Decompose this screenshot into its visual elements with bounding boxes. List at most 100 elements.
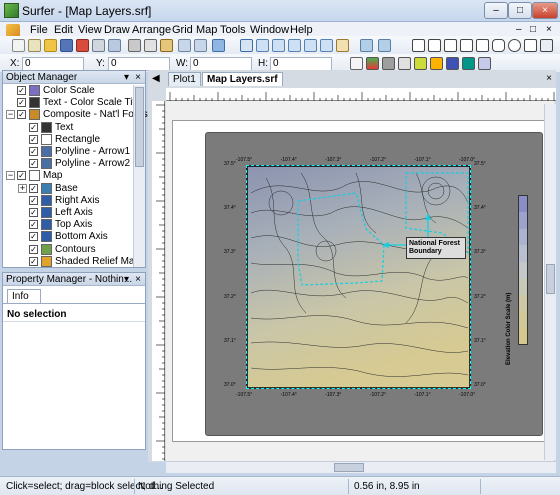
scroll-thumb[interactable] [135, 87, 144, 167]
menu-arrange[interactable]: Arrange [132, 24, 171, 36]
new-shaded-relief-icon[interactable] [382, 57, 395, 70]
expand-toggle-icon[interactable]: − [6, 171, 15, 181]
print-preview-icon[interactable] [108, 39, 121, 52]
visibility-checkbox[interactable]: ✓ [17, 86, 26, 95]
tab-close-icon[interactable]: × [546, 73, 552, 84]
doc-close-button[interactable]: × [546, 24, 552, 35]
new-3d-surface-icon[interactable] [430, 57, 443, 70]
new-plot-icon[interactable] [12, 39, 25, 52]
menu-window[interactable]: Window [250, 24, 289, 36]
new-worksheet-icon[interactable] [28, 39, 41, 52]
h-field[interactable]: 0 [270, 57, 332, 71]
minimize-button[interactable]: – [484, 2, 508, 19]
pan-hand-icon[interactable] [336, 39, 349, 52]
visibility-checkbox[interactable]: ✓ [29, 159, 38, 169]
open-icon[interactable] [44, 39, 57, 52]
close-window-button[interactable]: × [532, 2, 558, 19]
callout-text[interactable]: National Forest Boundary [406, 237, 466, 259]
visibility-checkbox[interactable]: ✓ [29, 147, 38, 156]
color-scale-swatch [519, 245, 527, 262]
visibility-checkbox[interactable]: ✓ [29, 122, 38, 132]
zoom-in-icon[interactable] [256, 39, 269, 52]
tab-plot1[interactable]: Plot1 [168, 72, 201, 86]
scroll-thumb[interactable] [546, 264, 555, 294]
undo-icon[interactable] [178, 39, 191, 52]
visibility-checkbox[interactable]: ✓ [29, 232, 38, 242]
zoom-out-icon[interactable] [272, 39, 285, 52]
menu-file[interactable]: File [30, 24, 48, 36]
vertical-scrollbar[interactable] [544, 104, 556, 460]
menu-draw[interactable]: Draw [104, 24, 130, 36]
cut-icon[interactable] [128, 39, 141, 52]
rounded-rectangle-tool-icon[interactable] [492, 39, 505, 52]
color-scale-bar[interactable] [518, 195, 528, 345]
new-post-map-icon[interactable] [414, 57, 427, 70]
menu-view[interactable]: View [78, 24, 102, 36]
scroll-thumb[interactable] [334, 463, 364, 472]
select-tool-icon[interactable] [240, 39, 253, 52]
zoom-fit-icon[interactable] [304, 39, 317, 52]
x-field[interactable]: 0 [22, 57, 84, 71]
panel-menu-icon[interactable]: ▾ [124, 273, 129, 286]
horizontal-scrollbar[interactable] [166, 461, 556, 473]
panel-close-icon[interactable]: × [135, 273, 141, 286]
visibility-checkbox[interactable]: ✓ [29, 244, 38, 254]
menu-grid[interactable]: Grid [172, 24, 193, 36]
visibility-checkbox[interactable]: ✓ [29, 220, 38, 230]
doc-minimize-button[interactable]: – [516, 24, 522, 35]
w-field[interactable]: 0 [190, 57, 252, 71]
visibility-checkbox[interactable]: ✓ [17, 110, 26, 120]
visibility-checkbox[interactable]: ✓ [29, 183, 38, 193]
save-icon[interactable] [60, 39, 73, 52]
menu-map[interactable]: Map [196, 24, 217, 36]
zoom-page-icon[interactable] [288, 39, 301, 52]
digitize-tool-icon[interactable] [540, 39, 553, 52]
paste-icon[interactable] [160, 39, 173, 52]
tab-nav-left[interactable]: ◀ [148, 72, 164, 86]
visibility-checkbox[interactable]: ✓ [17, 98, 26, 108]
new-base-map-icon[interactable] [462, 57, 475, 70]
visibility-checkbox[interactable]: ✓ [29, 208, 38, 217]
status-separator [480, 479, 481, 494]
polyline-tool-icon[interactable] [444, 39, 457, 52]
print-icon[interactable] [92, 39, 105, 52]
visibility-checkbox[interactable]: ✓ [29, 134, 38, 144]
object-manager-scrollbar[interactable] [133, 85, 145, 267]
expand-toggle-icon[interactable]: + [18, 183, 27, 193]
new-3d-wireframe-icon[interactable] [446, 57, 459, 70]
tab-info[interactable]: Info [7, 289, 41, 303]
export-icon[interactable] [76, 39, 89, 52]
visibility-checkbox[interactable]: ✓ [29, 195, 38, 205]
tab-map-layers[interactable]: Map Layers.srf [202, 72, 283, 86]
color-scale-swatch [519, 327, 527, 344]
reshape-icon[interactable] [378, 39, 391, 52]
panel-close-icon[interactable]: × [135, 71, 141, 84]
ellipse-tool-icon[interactable] [508, 39, 521, 52]
y-field[interactable]: 0 [108, 57, 170, 71]
new-contour-map-icon[interactable] [350, 57, 363, 70]
symbol-tool-icon[interactable] [460, 39, 473, 52]
rotate-icon[interactable] [360, 39, 373, 52]
new-image-map-icon[interactable] [366, 57, 379, 70]
redo-icon[interactable] [194, 39, 207, 52]
visibility-checkbox[interactable]: ✓ [17, 171, 26, 181]
visibility-checkbox[interactable]: ✓ [29, 256, 38, 266]
polygon-tool-icon[interactable] [428, 39, 441, 52]
spline-tool-icon[interactable] [524, 39, 537, 52]
zoom-selection-icon[interactable] [320, 39, 333, 52]
help-icon[interactable] [212, 39, 225, 52]
maximize-button[interactable]: □ [508, 2, 532, 19]
new-watershed-map-icon[interactable] [478, 57, 491, 70]
text-tool-icon[interactable] [412, 39, 425, 52]
doc-restore-button[interactable]: □ [530, 24, 536, 35]
copy-icon[interactable] [144, 39, 157, 52]
object-manager-title: Object Manager [6, 72, 78, 83]
menu-help[interactable]: Help [290, 24, 313, 36]
new-vector-map-icon[interactable] [398, 57, 411, 70]
rectangle-tool-icon[interactable] [476, 39, 489, 52]
menu-edit[interactable]: Edit [54, 24, 73, 36]
menu-tools[interactable]: Tools [220, 24, 246, 36]
color-scale-title[interactable]: Elevation Color Scale (m) [506, 265, 512, 365]
expand-toggle-icon[interactable]: − [6, 110, 15, 120]
panel-menu-icon[interactable]: ▾ [124, 71, 129, 84]
